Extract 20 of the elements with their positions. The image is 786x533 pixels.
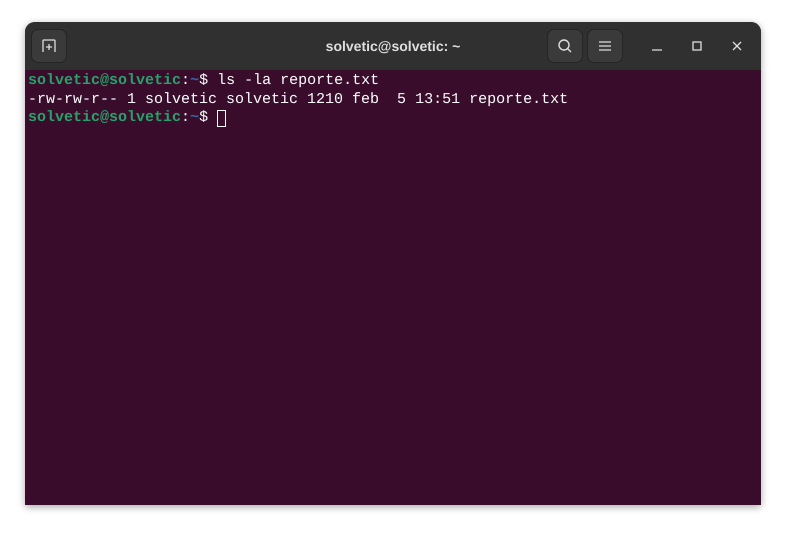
prompt-path: ~	[190, 72, 200, 90]
prompt-symbol: $	[199, 109, 208, 128]
prompt-symbol: $	[199, 72, 208, 90]
output-text: -rw-rw-r-- 1 solvetic solvetic 1210 feb 5 13:51 reporte.txt	[28, 90, 568, 109]
prompt-path: ~	[190, 109, 200, 128]
prompt-user-host: solvetic@solvetic	[28, 72, 182, 90]
search-icon	[557, 38, 573, 54]
command-text: ls -la reporte.txt	[217, 72, 380, 90]
menu-button[interactable]	[587, 29, 623, 63]
menu-icon	[598, 40, 612, 52]
minimize-icon	[652, 49, 662, 51]
prompt-user-host: solvetic@solvetic	[28, 109, 182, 128]
prompt-separator: :	[181, 72, 190, 90]
maximize-icon	[692, 41, 702, 51]
prompt-separator: :	[181, 109, 190, 128]
window-title: solvetic@solvetic: ~	[326, 38, 460, 54]
search-button[interactable]	[547, 29, 583, 63]
new-tab-button[interactable]	[31, 29, 67, 63]
close-icon	[732, 41, 742, 51]
new-tab-icon	[41, 38, 57, 54]
